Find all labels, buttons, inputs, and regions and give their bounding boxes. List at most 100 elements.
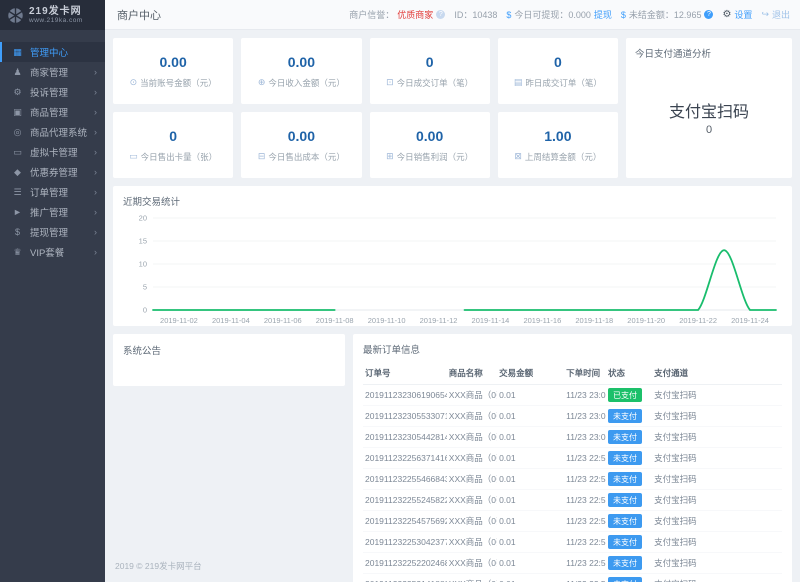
- order-status-cell: 未支付: [606, 427, 652, 448]
- sidebar: 219发卡网 www.219ka.com ▦ 管理中心 ♟ 商家管理 ›: [0, 0, 105, 582]
- svg-text:2019-11-08: 2019-11-08: [316, 316, 354, 325]
- latest-orders-title: 最新订单信息: [363, 342, 782, 356]
- sidebar-menu: ▦ 管理中心 ♟ 商家管理 › ⚙ 投诉管理 › ▣: [0, 42, 105, 262]
- brand-title: 219发卡网: [29, 6, 83, 17]
- merchant-icon: ♟: [12, 67, 23, 78]
- orders-column-header: 下单时间: [564, 363, 606, 385]
- sidebar-item-label: 推广管理: [30, 205, 68, 219]
- sidebar-menu-item[interactable]: ☰ 订单管理 ›: [0, 182, 105, 202]
- agent-system-icon: ◎: [12, 127, 23, 138]
- sidebar-menu-item[interactable]: ⚙ 投诉管理 ›: [0, 82, 105, 102]
- brand-subtitle: www.219ka.com: [29, 17, 83, 24]
- order-amount: 0.01: [497, 574, 564, 582]
- order-row: 2019112323054428143 XXX商品（0张） 0.01 11/23…: [363, 427, 782, 448]
- order-channel: 支付宝扫码: [652, 385, 782, 406]
- order-number: 2019112322521418884: [363, 574, 447, 582]
- app-root: 219发卡网 www.219ka.com ▦ 管理中心 ♟ 商家管理 ›: [0, 0, 800, 582]
- settings-button[interactable]: ⚙ 设置: [722, 8, 752, 21]
- sidebar-item-label: 管理中心: [30, 45, 68, 59]
- status-badge: 未支付: [608, 535, 642, 549]
- chevron-right-icon: ›: [94, 107, 97, 117]
- order-amount: 0.01: [497, 469, 564, 490]
- order-product: XXX商品（0张）: [447, 511, 497, 532]
- stat-label: 当前账号金额（元）: [140, 77, 217, 89]
- order-status-cell: 未支付: [606, 532, 652, 553]
- chevron-right-icon: ›: [94, 187, 97, 197]
- stat-value: 0.00: [288, 128, 315, 144]
- cost-icon: ⊟: [258, 151, 266, 162]
- logout-label: 退出: [772, 8, 790, 21]
- svg-text:2019-11-02: 2019-11-02: [160, 316, 198, 325]
- virtual-card-icon: ▭: [12, 147, 23, 158]
- order-number: 2019112323055330713: [363, 406, 447, 427]
- latest-orders-panel: 最新订单信息 订单号商品名称交易金额下单时间状态支付通道 20191123230…: [353, 334, 792, 582]
- status-badge: 未支付: [608, 409, 642, 423]
- page-title: 商户中心: [117, 7, 161, 23]
- sidebar-item-label: VIP套餐: [30, 245, 64, 259]
- chevron-right-icon: ›: [94, 247, 97, 257]
- svg-text:2019-11-10: 2019-11-10: [368, 316, 406, 325]
- chevron-right-icon: ›: [94, 67, 97, 77]
- svg-text:2019-11-12: 2019-11-12: [420, 316, 458, 325]
- order-channel: 支付宝扫码: [652, 469, 782, 490]
- order-time: 11/23 22:54:57: [564, 511, 606, 532]
- order-row: 2019112322563714167 XXX商品（0张） 0.01 11/23…: [363, 448, 782, 469]
- header-right: 商户信誉： 优质商家 ? ID：10438 $ 今日可提现：0.000 提现 $…: [349, 8, 790, 21]
- stat-card: 0 ▤ 昨日成交订单（笔）: [498, 38, 618, 104]
- unsettled-help-icon[interactable]: ?: [704, 10, 713, 19]
- stat-value: 0: [169, 128, 177, 144]
- order-row: 2019112322521418884 XXX商品（0张） 0.01 11/23…: [363, 574, 782, 582]
- status-badge: 未支付: [608, 451, 642, 465]
- reputation-value: 优质商家: [397, 8, 433, 21]
- chevron-right-icon: ›: [94, 227, 97, 237]
- orders-icon: ☰: [12, 187, 23, 198]
- stat-label-row: ⊙ 当前账号金额（元）: [130, 77, 217, 89]
- sidebar-item-label: 订单管理: [30, 185, 68, 199]
- sidebar-menu-item[interactable]: ▣ 商品管理 ›: [0, 102, 105, 122]
- chevron-right-icon: ›: [94, 147, 97, 157]
- stat-card: 1.00 ⊠ 上周结算金额（元）: [498, 112, 618, 178]
- today-orders-icon: ⊡: [386, 77, 394, 88]
- withdraw-link[interactable]: 提现: [594, 8, 612, 21]
- sidebar-menu-item[interactable]: ▭ 虚拟卡管理 ›: [0, 142, 105, 162]
- stat-label: 今日销售利润（元）: [397, 151, 474, 163]
- transactions-chart-card: 近期交易统计 051015202019-11-022019-11-042019-…: [113, 186, 792, 326]
- svg-text:2019-11-22: 2019-11-22: [679, 316, 717, 325]
- order-time: 11/23 22:56:36: [564, 448, 606, 469]
- order-number: 2019112322554668430: [363, 469, 447, 490]
- svg-text:5: 5: [143, 283, 147, 292]
- sidebar-menu-item[interactable]: $ 提现管理 ›: [0, 222, 105, 242]
- order-status-cell: 未支付: [606, 574, 652, 582]
- order-status-cell: 已支付: [606, 385, 652, 406]
- sidebar-menu-item[interactable]: ► 推广管理 ›: [0, 202, 105, 222]
- stat-card: 0.00 ⊕ 今日收入金额（元）: [241, 38, 361, 104]
- sidebar-menu-item[interactable]: ◎ 商品代理系统 ›: [0, 122, 105, 142]
- sidebar-menu-item[interactable]: ♛ VIP套餐 ›: [0, 242, 105, 262]
- announcement-panel: 系统公告: [113, 334, 345, 386]
- stat-value: 0.00: [288, 54, 315, 70]
- chart-title: 近期交易统计: [123, 194, 782, 208]
- stat-label: 今日成交订单（笔）: [397, 77, 474, 89]
- order-row: 2019112323055330713 XXX商品（0张） 0.01 11/23…: [363, 406, 782, 427]
- orders-column-header: 商品名称: [447, 363, 497, 385]
- orders-column-header: 状态: [606, 363, 652, 385]
- pay-channel-body: 支付宝扫码 0: [635, 98, 783, 136]
- stat-label-row: ▭ 今日售出卡量（张）: [129, 151, 217, 163]
- logout-button[interactable]: ↪ 退出: [761, 8, 790, 21]
- stat-label: 今日售出卡量（张）: [141, 151, 218, 163]
- yesterday-orders-icon: ▤: [514, 77, 523, 88]
- stat-card: 0.00 ⊞ 今日销售利润（元）: [370, 112, 490, 178]
- reputation-help-icon[interactable]: ?: [436, 10, 445, 19]
- status-badge: 未支付: [608, 430, 642, 444]
- sidebar-menu-item[interactable]: ◆ 优惠券管理 ›: [0, 162, 105, 182]
- svg-text:15: 15: [139, 237, 147, 246]
- order-product: XXX商品（0张）: [447, 490, 497, 511]
- sidebar-menu-item[interactable]: ▦ 管理中心: [0, 42, 105, 62]
- order-time: 11/23 22:55:24: [564, 490, 606, 511]
- order-status-cell: 未支付: [606, 490, 652, 511]
- order-product: XXX商品（0张）: [447, 385, 497, 406]
- stat-card: 0.00 ⊟ 今日售出成本（元）: [241, 112, 361, 178]
- svg-text:2019-11-18: 2019-11-18: [575, 316, 613, 325]
- svg-text:2019-11-04: 2019-11-04: [212, 316, 250, 325]
- sidebar-menu-item[interactable]: ♟ 商家管理 ›: [0, 62, 105, 82]
